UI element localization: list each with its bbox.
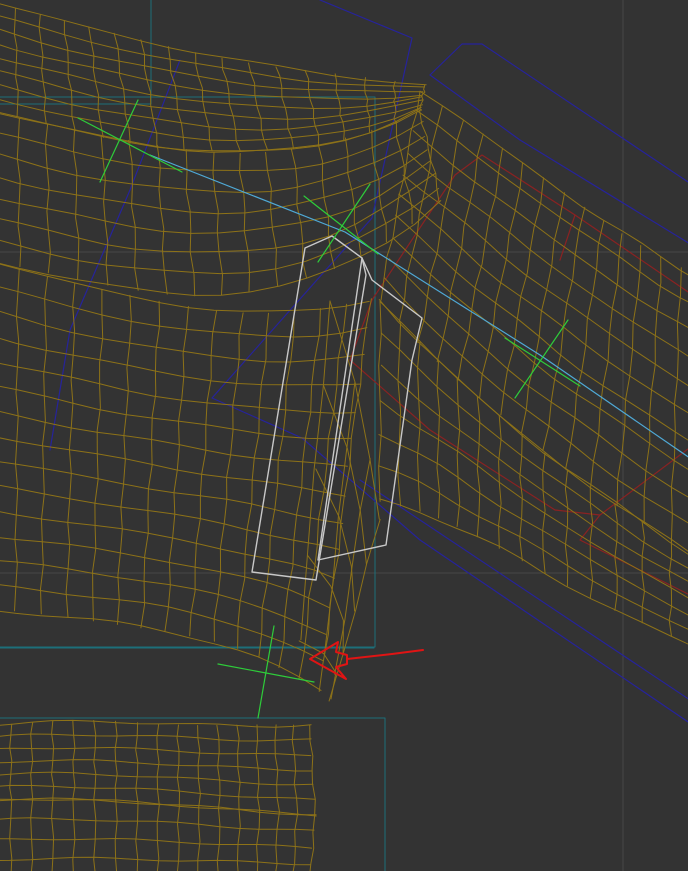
wireframe-scene[interactable] bbox=[0, 0, 688, 871]
helper-boxes bbox=[49, 0, 688, 723]
3d-viewport[interactable] bbox=[0, 0, 688, 871]
arm-selection-box bbox=[349, 154, 688, 595]
bounding-boxes bbox=[0, 0, 386, 871]
pivot-cross-icon[interactable] bbox=[217, 625, 315, 719]
bone-axis bbox=[149, 154, 688, 458]
